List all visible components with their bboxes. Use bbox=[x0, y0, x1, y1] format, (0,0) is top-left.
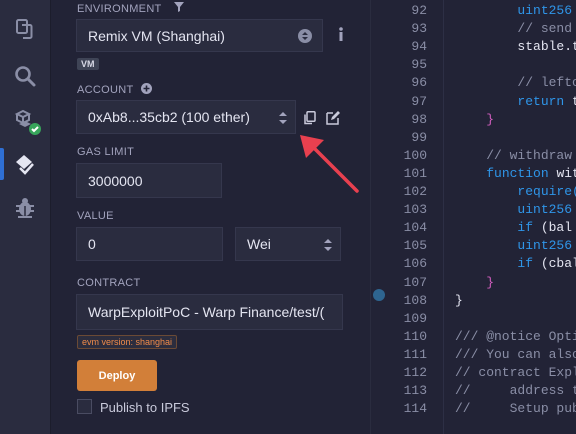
line-number: 111 bbox=[403, 346, 427, 362]
code-line[interactable]: stable.t bbox=[455, 39, 576, 54]
debugger-icon[interactable] bbox=[13, 196, 37, 220]
environment-select[interactable]: Remix VM (Shanghai) bbox=[76, 19, 323, 52]
code-line[interactable]: uint256 bbox=[455, 238, 572, 253]
gutter-separator bbox=[443, 0, 444, 434]
code-line[interactable]: // address t bbox=[455, 383, 576, 398]
line-number: 109 bbox=[403, 310, 427, 326]
environment-label: ENVIRONMENT bbox=[77, 1, 185, 15]
line-number: 112 bbox=[403, 365, 427, 380]
line-number: 108 bbox=[403, 292, 427, 308]
code-line[interactable]: // send bbox=[455, 21, 572, 36]
code-line[interactable]: if (bal bbox=[455, 220, 572, 235]
code-line[interactable]: } bbox=[455, 293, 463, 308]
line-number: 102 bbox=[403, 184, 427, 199]
code-line[interactable]: } bbox=[455, 275, 494, 290]
line-number: 101 bbox=[403, 165, 427, 181]
value-unit: Wei bbox=[247, 236, 271, 252]
code-line[interactable]: // Setup pub bbox=[455, 401, 576, 416]
line-number: 105 bbox=[403, 238, 427, 254]
account-value: 0xAb8...35cb2 (100 ether) bbox=[88, 109, 250, 125]
code-line[interactable]: /// @notice Opti bbox=[455, 329, 576, 344]
code-line[interactable]: // withdraw bbox=[455, 148, 572, 163]
contract-value: WarpExploitPoC - Warp Finance/test/( bbox=[88, 304, 325, 320]
gas-limit-value: 3000000 bbox=[88, 172, 143, 189]
line-number: 96 bbox=[411, 75, 427, 91]
vm-badge: VM bbox=[77, 58, 99, 70]
active-indicator bbox=[0, 148, 4, 180]
search-icon[interactable] bbox=[13, 64, 37, 88]
line-number: 99 bbox=[411, 129, 427, 145]
deploy-run-panel: ENVIRONMENT Remix VM (Shanghai) VM ACCOU… bbox=[51, 0, 369, 434]
code-line[interactable]: return t bbox=[455, 94, 576, 109]
code-line[interactable]: uint256 bbox=[455, 3, 572, 18]
line-number: 98 bbox=[411, 111, 427, 127]
code-line[interactable]: uint256 bbox=[455, 202, 572, 217]
code-line[interactable]: /// You can also bbox=[455, 347, 576, 362]
copy-icon[interactable] bbox=[304, 111, 316, 130]
line-number: 92 bbox=[411, 3, 427, 18]
deploy-button[interactable]: Deploy bbox=[77, 360, 157, 391]
line-number: 100 bbox=[403, 147, 427, 163]
icon-sidebar bbox=[0, 0, 51, 434]
account-select[interactable]: 0xAb8...35cb2 (100 ether) bbox=[76, 100, 296, 134]
line-number: 103 bbox=[403, 202, 427, 218]
value-input[interactable]: 0 bbox=[76, 227, 223, 261]
line-number: 93 bbox=[411, 21, 427, 37]
plus-circle-icon[interactable] bbox=[140, 83, 152, 94]
line-number: 114 bbox=[403, 401, 427, 417]
code-line[interactable]: // contract Expl bbox=[455, 365, 576, 380]
line-number: 113 bbox=[403, 383, 427, 399]
deploy-label: Deploy bbox=[98, 369, 136, 382]
code-line[interactable]: require( bbox=[455, 184, 576, 199]
sort-arrows-icon bbox=[279, 111, 287, 128]
contract-label: CONTRACT bbox=[77, 277, 141, 289]
value-label: VALUE bbox=[77, 210, 114, 222]
value-unit-select[interactable]: Wei bbox=[235, 227, 341, 261]
line-number: 94 bbox=[411, 39, 427, 55]
gas-limit-label: GAS LIMIT bbox=[77, 146, 135, 158]
line-number: 97 bbox=[411, 93, 427, 109]
line-number: 110 bbox=[403, 328, 427, 344]
files-icon[interactable] bbox=[13, 17, 37, 41]
compile-icon[interactable] bbox=[13, 108, 41, 135]
evm-version-badge: evm version: shanghai bbox=[77, 335, 178, 349]
code-line[interactable]: function wit bbox=[455, 166, 576, 181]
account-label: ACCOUNT bbox=[77, 83, 152, 96]
deploy-run-icon[interactable] bbox=[13, 152, 37, 176]
line-number: 95 bbox=[411, 57, 427, 73]
code-editor[interactable]: 92 uint256 93 // send 94 stable.t 95 96 // l… bbox=[370, 0, 576, 434]
gas-limit-input[interactable]: 3000000 bbox=[76, 163, 222, 198]
publish-ipfs-label: Publish to IPFS bbox=[100, 400, 190, 415]
line-number: 106 bbox=[403, 256, 427, 272]
contract-select[interactable]: WarpExploitPoC - Warp Finance/test/( bbox=[76, 294, 343, 330]
info-icon[interactable] bbox=[335, 26, 347, 42]
value-amount: 0 bbox=[88, 236, 96, 252]
sort-arrows-icon bbox=[324, 238, 332, 255]
funnel-icon[interactable] bbox=[173, 1, 185, 13]
annotation-arrow bbox=[300, 135, 359, 193]
code-line[interactable]: } bbox=[455, 112, 494, 127]
line-number: 104 bbox=[403, 220, 427, 236]
code-line[interactable]: // lefto bbox=[455, 75, 576, 90]
publish-ipfs-checkbox[interactable] bbox=[77, 399, 92, 414]
select-arrows-icon bbox=[298, 29, 312, 43]
code-line[interactable]: if (cbal bbox=[455, 256, 576, 271]
edit-icon[interactable] bbox=[326, 111, 340, 130]
environment-value: Remix VM (Shanghai) bbox=[88, 27, 225, 44]
line-number: 107 bbox=[403, 274, 427, 290]
